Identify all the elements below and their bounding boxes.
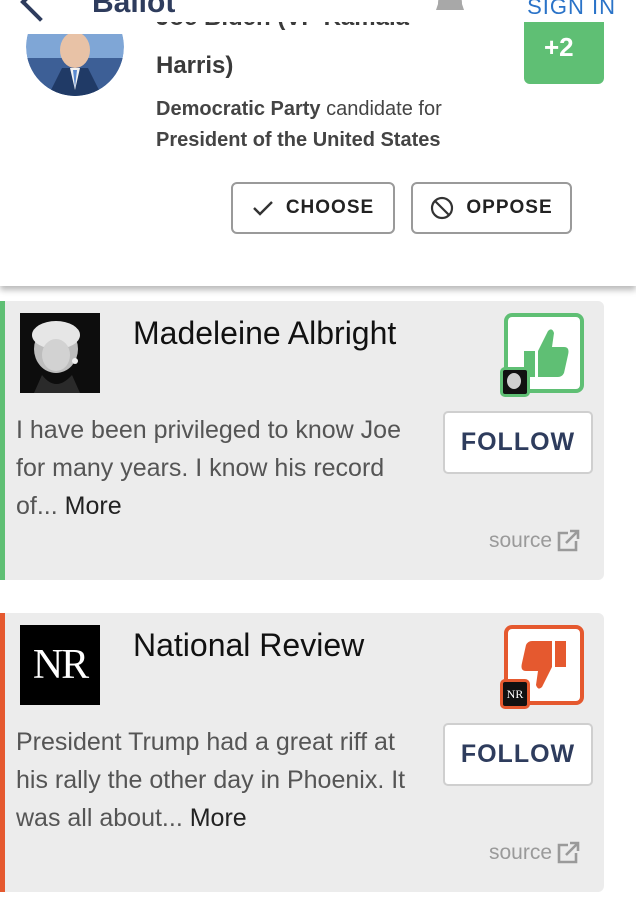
checkmark-icon bbox=[252, 201, 273, 216]
source-label: source bbox=[489, 841, 553, 864]
candidate-office: President of the United States bbox=[156, 129, 441, 151]
bell-icon[interactable] bbox=[432, 0, 468, 20]
mini-nr-logo: NR bbox=[506, 686, 524, 701]
opinion-author-name[interactable]: Madeleine Albright bbox=[133, 315, 396, 352]
more-link[interactable]: More bbox=[65, 492, 122, 520]
candidate-party: Democratic Party bbox=[156, 98, 321, 120]
source-link[interactable]: source bbox=[489, 841, 582, 865]
opinion-avatar[interactable] bbox=[20, 313, 100, 393]
choose-label: CHOOSE bbox=[285, 197, 375, 218]
header-bar: Ballot SIGN IN bbox=[0, 0, 636, 22]
page-title: Ballot bbox=[92, 0, 176, 19]
mini-avatar bbox=[500, 367, 530, 397]
source-label: source bbox=[489, 529, 553, 552]
score-value: +2 bbox=[544, 32, 574, 62]
candidate-name[interactable]: Harris) bbox=[156, 50, 233, 82]
external-link-icon bbox=[557, 841, 580, 864]
opinion-card-support: Madeleine Albright I have been privilege… bbox=[0, 301, 604, 580]
oppose-label: OPPOSE bbox=[466, 197, 553, 218]
sign-in-link[interactable]: SIGN IN bbox=[527, 0, 616, 20]
candidate-name-partial: Joe Biden (VP Kamala bbox=[156, 22, 486, 46]
candidate-card: Joe Biden (VP Kamala Harris) Democratic … bbox=[0, 0, 636, 286]
source-link[interactable]: source bbox=[489, 529, 582, 553]
score-badge[interactable]: +2 bbox=[524, 22, 604, 84]
external-link-icon bbox=[557, 529, 580, 552]
party-suffix: candidate for bbox=[320, 98, 442, 120]
chevron-left-icon[interactable] bbox=[20, 0, 60, 22]
opinion-text: I have been privileged to know Joe for m… bbox=[16, 411, 416, 525]
opinion-text: President Trump had a great riff at his … bbox=[16, 723, 416, 837]
ban-icon bbox=[431, 196, 454, 220]
nr-logo: NR bbox=[32, 642, 89, 688]
more-link[interactable]: More bbox=[190, 804, 247, 832]
choose-button[interactable]: CHOOSE bbox=[231, 182, 395, 234]
opinion-author-name[interactable]: National Review bbox=[133, 627, 364, 664]
opinion-card-oppose: NR National Review NR President Trump ha… bbox=[0, 613, 604, 892]
oppose-button[interactable]: OPPOSE bbox=[411, 182, 572, 234]
mini-avatar: NR bbox=[500, 679, 530, 709]
follow-button[interactable]: FOLLOW bbox=[443, 411, 593, 474]
follow-button[interactable]: FOLLOW bbox=[443, 723, 593, 786]
candidate-party-line: Democratic Party candidate for bbox=[156, 98, 442, 121]
opinion-avatar[interactable]: NR bbox=[20, 625, 100, 705]
